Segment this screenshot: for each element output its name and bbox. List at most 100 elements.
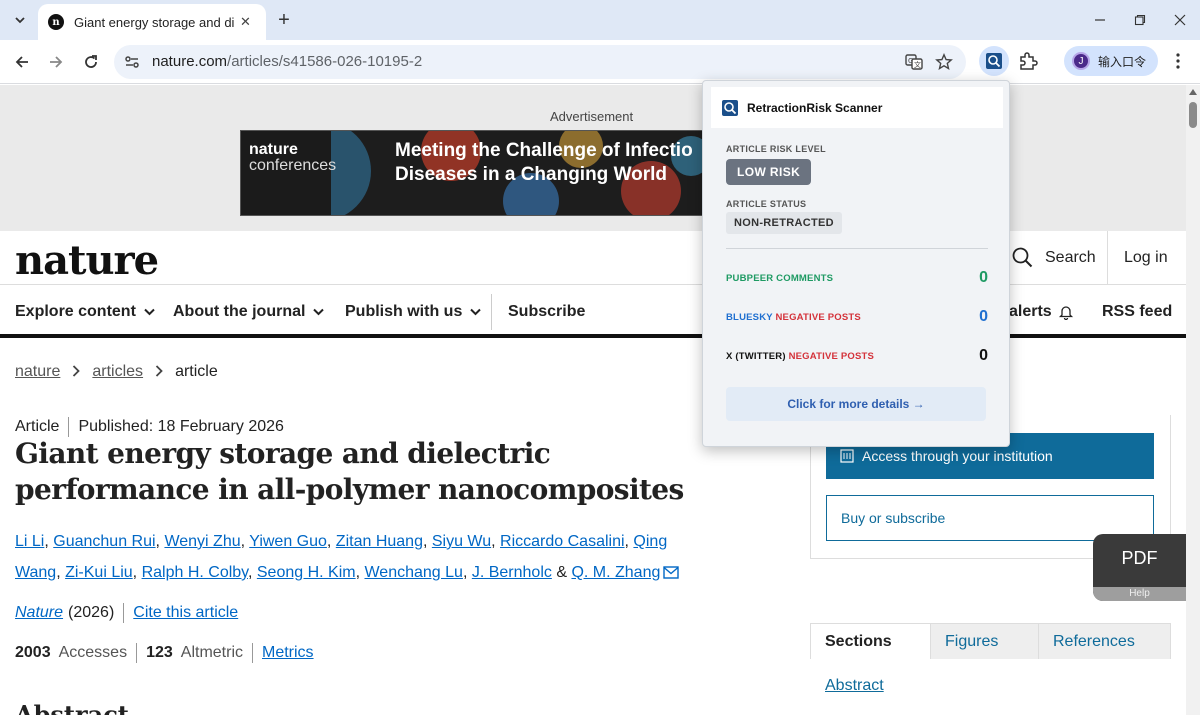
popup-header: RetractionRisk Scanner: [711, 87, 1003, 128]
close-window-button[interactable]: [1160, 0, 1200, 40]
nav-publish-with-us[interactable]: Publish with us: [345, 303, 482, 321]
meta-divider: [136, 643, 138, 663]
author-list: Li Li, Guanchun Rui, Wenyi Zhu, Yiwen Gu…: [15, 526, 705, 588]
article-title: Giant energy storage and dielectric perf…: [15, 437, 684, 506]
tab-close-icon[interactable]: ✕: [240, 14, 251, 30]
abstract-heading: Abstract: [15, 700, 129, 715]
author-link[interactable]: Siyu Wu: [432, 533, 491, 550]
chevron-right-icon: [72, 364, 81, 380]
author-link[interactable]: J. Bernholc: [472, 564, 552, 581]
sections-tabs: Sections Figures References: [810, 623, 1171, 659]
author-link[interactable]: Yiwen Guo: [249, 533, 327, 550]
back-button[interactable]: [8, 48, 36, 76]
tab-sections[interactable]: Sections: [811, 624, 930, 659]
breadcrumb-articles[interactable]: articles: [92, 363, 143, 381]
nav-explore-label: Explore content: [15, 303, 136, 320]
article-metrics: 2003 Accesses 123 Altmetric Metrics: [15, 643, 314, 663]
tab-title: Giant energy storage and die: [74, 14, 234, 30]
search-button[interactable]: Search: [1012, 247, 1096, 268]
x-prefix: X (TWITTER): [726, 350, 786, 362]
ad-label: Advertisement: [550, 109, 634, 124]
institution-icon: [840, 449, 854, 463]
minimize-button[interactable]: [1080, 0, 1120, 40]
ad-headline: Meeting the Challenge of Infectio Diseas…: [395, 139, 693, 187]
author-link[interactable]: Seong H. Kim: [257, 564, 356, 581]
tab-figures[interactable]: Figures: [930, 624, 1038, 659]
accesses-count: 2003: [15, 644, 51, 661]
more-details-button[interactable]: Click for more details →: [726, 387, 986, 421]
meta-divider: [68, 417, 70, 437]
browser-menu-button[interactable]: [1168, 48, 1188, 74]
author-link[interactable]: Riccardo Casalini: [500, 533, 625, 550]
search-icon: [1012, 247, 1033, 268]
ad-banner[interactable]: nature conferences Meeting the Challenge…: [240, 130, 710, 216]
site-info-icon[interactable]: [122, 52, 142, 72]
nav-subscribe[interactable]: Subscribe: [508, 303, 585, 321]
address-bar[interactable]: nature.com/articles/s41586-026-10195-2 G…: [114, 45, 966, 79]
nav-alerts[interactable]: alerts: [1009, 303, 1074, 321]
svg-text:文: 文: [914, 60, 921, 69]
published-date: Published: 18 February 2026: [78, 418, 284, 435]
bluesky-suffix: NEGATIVE POSTS: [775, 311, 861, 323]
scroll-up-arrow-icon[interactable]: [1189, 89, 1197, 95]
chevron-down-icon: [313, 308, 325, 316]
translate-icon[interactable]: G文: [904, 52, 924, 72]
breadcrumb-nature[interactable]: nature: [15, 363, 60, 381]
retraction-risk-popup: RetractionRisk Scanner ARTICLE RISK LEVE…: [702, 80, 1010, 447]
author-link[interactable]: Zitan Huang: [336, 533, 423, 550]
reload-button[interactable]: [77, 48, 105, 76]
magnifier-document-icon: [986, 53, 1002, 69]
bluesky-row: BLUESKY NEGATIVE POSTS 0: [726, 308, 988, 326]
journal-link[interactable]: Nature: [15, 604, 63, 622]
author-link[interactable]: Guanchun Rui: [53, 533, 155, 550]
author-link-corresponding[interactable]: Q. M. Zhang: [571, 564, 660, 581]
nav-explore-content[interactable]: Explore content: [15, 303, 155, 321]
altmetric-label: Altmetric: [180, 644, 243, 661]
citation-line: Nature (2026) Cite this article: [15, 603, 238, 623]
forward-button[interactable]: [42, 48, 70, 76]
login-link[interactable]: Log in: [1124, 249, 1168, 267]
arrow-right-icon: [50, 56, 63, 68]
pubpeer-label: PUBPEER COMMENTS: [726, 272, 834, 284]
bluesky-count: 0: [979, 308, 988, 325]
author-link[interactable]: Wenyi Zhu: [164, 533, 240, 550]
new-tab-button[interactable]: +: [272, 8, 296, 32]
chevron-down-icon: [144, 308, 155, 316]
pdf-widget[interactable]: PDF Help: [1093, 534, 1186, 601]
mail-icon[interactable]: [663, 566, 680, 579]
nature-favicon-icon: n: [48, 14, 64, 30]
tab-references[interactable]: References: [1038, 624, 1170, 659]
section-link-abstract[interactable]: Abstract: [825, 677, 884, 695]
access-institution-label: Access through your institution: [862, 448, 1053, 464]
nature-logo[interactable]: nature: [15, 237, 159, 284]
author-link[interactable]: Ralph H. Colby: [142, 564, 248, 581]
bell-icon: [1058, 306, 1073, 320]
tab-strip: n Giant energy storage and die ✕ +: [0, 0, 1200, 40]
author-link[interactable]: Zi-Kui Liu: [65, 564, 133, 581]
bluesky-prefix: BLUESKY: [726, 311, 773, 323]
profile-button[interactable]: J 输入口令: [1064, 46, 1158, 76]
nav-divider: [491, 294, 492, 330]
nav-about-journal[interactable]: About the journal: [173, 303, 325, 321]
cite-article-link[interactable]: Cite this article: [133, 604, 238, 622]
author-link[interactable]: Wenchang Lu: [364, 564, 462, 581]
restore-button[interactable]: [1120, 0, 1160, 40]
scroll-thumb[interactable]: [1189, 102, 1197, 128]
metrics-link[interactable]: Metrics: [262, 644, 314, 662]
chevron-right-icon: [155, 364, 163, 380]
nav-rss-feed[interactable]: RSS feed: [1102, 303, 1172, 321]
bluesky-label: BLUESKY NEGATIVE POSTS: [726, 312, 861, 323]
header-divider: [1107, 231, 1108, 285]
arrow-left-icon: [15, 56, 28, 68]
ad-logo-conferences: conferences: [249, 157, 337, 174]
popup-title: RetractionRisk Scanner: [747, 100, 883, 115]
search-label: Search: [1045, 248, 1096, 266]
browser-tab-active[interactable]: n Giant energy storage and die ✕: [38, 4, 266, 40]
page-scrollbar[interactable]: [1186, 85, 1200, 715]
pdf-help[interactable]: Help: [1093, 587, 1186, 601]
bookmark-star-icon[interactable]: [934, 52, 954, 72]
extensions-button[interactable]: [1015, 48, 1041, 74]
author-link[interactable]: Li Li: [15, 533, 44, 550]
tab-search-button[interactable]: [8, 8, 32, 32]
retraction-extension-button[interactable]: [979, 46, 1009, 76]
